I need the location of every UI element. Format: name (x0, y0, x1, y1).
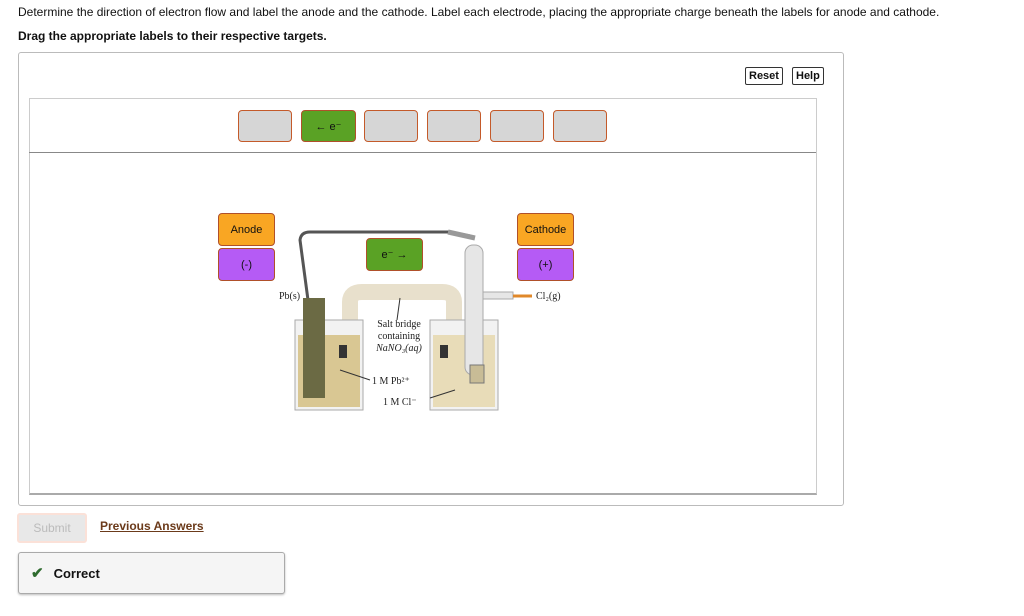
label-anode-charge[interactable]: (-) (218, 248, 275, 281)
cl2-label: Cl₂(g) (536, 291, 561, 303)
checkmark-icon: ✔ (31, 564, 44, 582)
question-instruction: Determine the direction of electron flow… (18, 5, 939, 19)
feedback-box: ✔ Correct (18, 552, 285, 594)
salt-bridge-label-2: containing (372, 331, 426, 343)
label-cathode[interactable]: Cathode (517, 213, 574, 246)
clip (448, 232, 475, 238)
label-anode[interactable]: Anode (218, 213, 275, 246)
reset-button[interactable]: Reset (745, 67, 783, 85)
salt-bridge-label-1: Salt bridge (372, 319, 426, 331)
tray-slot-empty[interactable] (427, 110, 481, 142)
salt-bridge-label-3: NaNO₃(aq) (372, 343, 426, 355)
cl-solution-label: 1 M Cl⁻ (383, 397, 417, 409)
label-cathode-charge[interactable]: (+) (517, 248, 574, 281)
drag-instruction: Drag the appropriate labels to their res… (18, 29, 327, 43)
gas-tube (465, 245, 483, 375)
previous-answers-link[interactable]: Previous Answers (100, 519, 204, 533)
tray-slot-empty[interactable] (490, 110, 544, 142)
pb-electrode (303, 298, 325, 398)
label-electron-left[interactable]: ← e⁻ (301, 110, 356, 142)
tray-slot-empty[interactable] (364, 110, 418, 142)
submit-button[interactable]: Submit (17, 513, 87, 543)
tray-divider (29, 152, 816, 153)
pt-electrode (470, 365, 484, 383)
label-electron-flow[interactable]: e⁻ → (366, 238, 423, 271)
feedback-text: Correct (54, 566, 100, 581)
pb-label: Pb(s) (279, 291, 300, 303)
pb-solution-label: 1 M Pb²⁺ (372, 376, 410, 388)
tray-slot-empty[interactable] (553, 110, 607, 142)
tray-slot-empty[interactable] (238, 110, 292, 142)
help-button[interactable]: Help (792, 67, 824, 85)
